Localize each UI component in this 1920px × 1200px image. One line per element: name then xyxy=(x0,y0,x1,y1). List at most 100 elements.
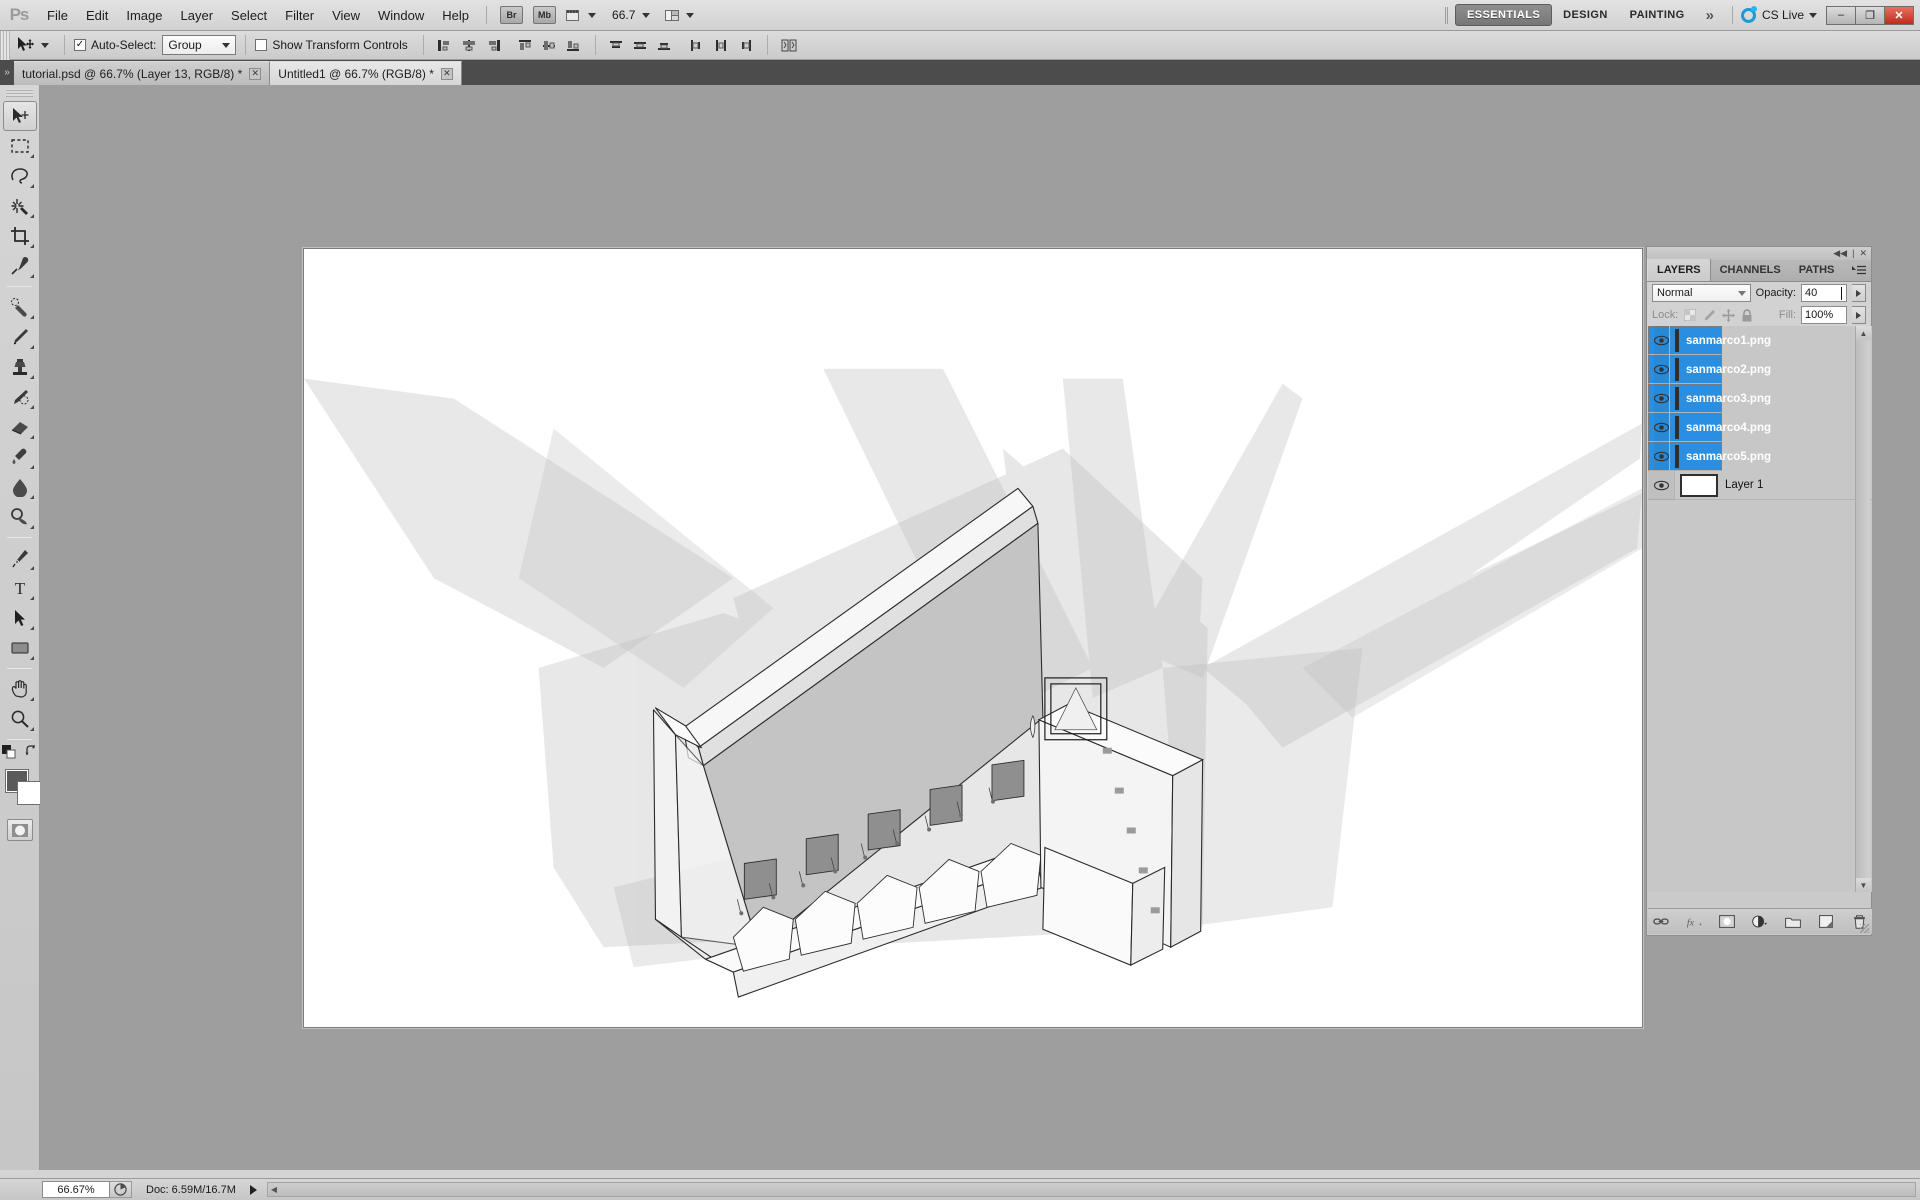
layer-row-sanmarco3[interactable]: sanmarco3.png xyxy=(1648,384,1771,413)
status-zoom-value[interactable]: 66.67% xyxy=(42,1181,110,1198)
panel-resize-handle[interactable] xyxy=(1860,924,1869,933)
menu-file[interactable]: File xyxy=(38,4,77,27)
distribute-left-edges-button[interactable] xyxy=(687,35,709,56)
zoom-chevron-down-icon[interactable] xyxy=(642,12,651,18)
distribute-vertical-centers-button[interactable] xyxy=(630,35,652,56)
document-tab-untitled1[interactable]: Untitled1 @ 66.7% (RGB/8) * ✕ xyxy=(270,61,462,85)
workspace-painting[interactable]: PAINTING xyxy=(1619,5,1696,25)
eyedropper-tool[interactable] xyxy=(3,251,37,281)
cs-live-button[interactable]: CS Live xyxy=(1740,5,1817,23)
current-tool-preset[interactable] xyxy=(10,36,55,54)
workspace-more-button[interactable]: » xyxy=(1696,7,1724,24)
new-group-icon[interactable] xyxy=(1785,914,1801,930)
layer-visibility-eye-icon[interactable] xyxy=(1654,326,1670,355)
tab-bar-grip[interactable]: » xyxy=(0,60,14,85)
lasso-tool[interactable] xyxy=(3,161,37,191)
align-left-edges-button[interactable] xyxy=(434,35,456,56)
layer-row-layer1[interactable]: Layer 1 xyxy=(1648,470,1872,500)
align-horizontal-centers-button[interactable] xyxy=(458,35,480,56)
auto-align-layers-button[interactable] xyxy=(778,35,800,56)
layer-visibility-eye-icon[interactable] xyxy=(1648,470,1675,500)
auto-select-dropdown[interactable]: Group xyxy=(162,35,237,55)
scroll-left-arrow-icon[interactable]: ◀ xyxy=(268,1185,280,1194)
dodge-tool[interactable] xyxy=(3,502,37,532)
adjustment-layer-icon[interactable] xyxy=(1752,914,1768,930)
minimize-button[interactable]: – xyxy=(1826,5,1856,25)
layer-mask-icon[interactable] xyxy=(1719,914,1735,930)
hand-tool[interactable] xyxy=(3,674,37,704)
layer-visibility-eye-icon[interactable] xyxy=(1654,442,1670,471)
zoom-level-value[interactable]: 66.7 xyxy=(612,8,635,22)
canvas-work-area[interactable]: ◀◀ | ✕ LAYERS CHANNELS PATHS Normal Opac… xyxy=(40,85,1920,1170)
document-tab-tutorial[interactable]: tutorial.psd @ 66.7% (Layer 13, RGB/8) *… xyxy=(14,61,271,85)
restore-button[interactable]: ❐ xyxy=(1855,5,1885,25)
eraser-tool[interactable] xyxy=(3,412,37,442)
distribute-horizontal-centers-button[interactable] xyxy=(711,35,733,56)
layer-style-fx-icon[interactable]: fx xyxy=(1686,914,1702,930)
fill-input[interactable]: 100% xyxy=(1801,306,1847,324)
tab-channels[interactable]: CHANNELS xyxy=(1711,259,1790,281)
swap-colors-icon[interactable] xyxy=(25,745,38,763)
align-top-edges-button[interactable] xyxy=(515,35,537,56)
gradient-tool[interactable] xyxy=(3,442,37,472)
layer-visibility-eye-icon[interactable] xyxy=(1654,413,1670,442)
menu-image[interactable]: Image xyxy=(117,4,171,27)
background-color-swatch[interactable] xyxy=(18,782,40,804)
tab-paths[interactable]: PATHS xyxy=(1790,259,1844,281)
menu-layer[interactable]: Layer xyxy=(172,4,223,27)
quick-mask-mode-button[interactable] xyxy=(6,819,33,841)
screen-mode-icon[interactable] xyxy=(565,8,597,23)
link-layers-icon[interactable] xyxy=(1653,914,1669,930)
layer-row-sanmarco2[interactable]: sanmarco2.png xyxy=(1648,355,1771,384)
layer-name[interactable]: sanmarco2.png xyxy=(1686,364,1771,376)
layer-name[interactable]: sanmarco3.png xyxy=(1686,393,1771,405)
layer-visibility-eye-icon[interactable] xyxy=(1654,384,1670,413)
layer-row-sanmarco5[interactable]: sanmarco5.png xyxy=(1648,442,1771,471)
history-brush-tool[interactable] xyxy=(3,382,37,412)
clone-stamp-tool[interactable] xyxy=(3,352,37,382)
view-extras-icon[interactable] xyxy=(664,8,695,23)
align-right-edges-button[interactable] xyxy=(482,35,504,56)
blur-tool[interactable] xyxy=(3,472,37,502)
align-bottom-edges-button[interactable] xyxy=(563,35,585,56)
opacity-stepper[interactable] xyxy=(1852,284,1866,302)
lock-all-icon[interactable] xyxy=(1740,308,1754,322)
document-canvas[interactable] xyxy=(303,248,1643,1028)
workspace-essentials[interactable]: ESSENTIALS xyxy=(1455,4,1553,26)
toolbox-grip[interactable] xyxy=(6,89,33,97)
layer-row-sanmarco4[interactable]: sanmarco4.png xyxy=(1648,413,1771,442)
quick-selection-tool[interactable] xyxy=(3,191,37,221)
default-colors-icon[interactable] xyxy=(1,744,16,764)
collapse-panel-icon[interactable]: ◀◀ xyxy=(1833,249,1847,258)
brush-tool[interactable] xyxy=(3,322,37,352)
show-transform-controls-checkbox[interactable] xyxy=(255,39,268,51)
menu-help[interactable]: Help xyxy=(433,4,478,27)
layer-row-sanmarco1[interactable]: sanmarco1.png xyxy=(1648,326,1771,355)
rectangular-marquee-tool[interactable] xyxy=(3,131,37,161)
launch-mini-bridge-button[interactable]: Mb xyxy=(533,6,557,24)
opacity-input[interactable]: 40 xyxy=(1801,284,1847,302)
lock-image-pixels-icon[interactable] xyxy=(1702,308,1716,322)
menu-filter[interactable]: Filter xyxy=(276,4,323,27)
spot-healing-brush-tool[interactable] xyxy=(3,292,37,322)
layer-name[interactable]: sanmarco4.png xyxy=(1686,422,1771,434)
panel-menu-icon[interactable] xyxy=(1852,265,1866,279)
pen-tool[interactable] xyxy=(3,543,37,573)
layer-list[interactable]: sanmarco1.png sanmarco2.png sanmarco3.pn… xyxy=(1648,326,1872,892)
distribute-right-edges-button[interactable] xyxy=(735,35,757,56)
distribute-top-edges-button[interactable] xyxy=(606,35,628,56)
align-vertical-centers-button[interactable] xyxy=(539,35,561,56)
move-tool[interactable] xyxy=(3,101,37,131)
blend-mode-dropdown[interactable]: Normal xyxy=(1652,284,1751,302)
lock-position-icon[interactable] xyxy=(1721,308,1735,322)
layer-name[interactable]: sanmarco1.png xyxy=(1686,335,1771,347)
new-layer-icon[interactable] xyxy=(1818,914,1834,930)
launch-bridge-button[interactable]: Br xyxy=(500,6,524,24)
fill-stepper[interactable] xyxy=(1852,306,1866,324)
horizontal-scrollbar[interactable]: ◀ xyxy=(266,1182,1916,1197)
zoom-tool[interactable] xyxy=(3,704,37,734)
menu-select[interactable]: Select xyxy=(222,4,276,27)
status-arrow-icon[interactable] xyxy=(249,1184,257,1195)
close-icon[interactable]: ✕ xyxy=(249,67,262,80)
horizontal-type-tool[interactable]: T xyxy=(3,573,37,603)
